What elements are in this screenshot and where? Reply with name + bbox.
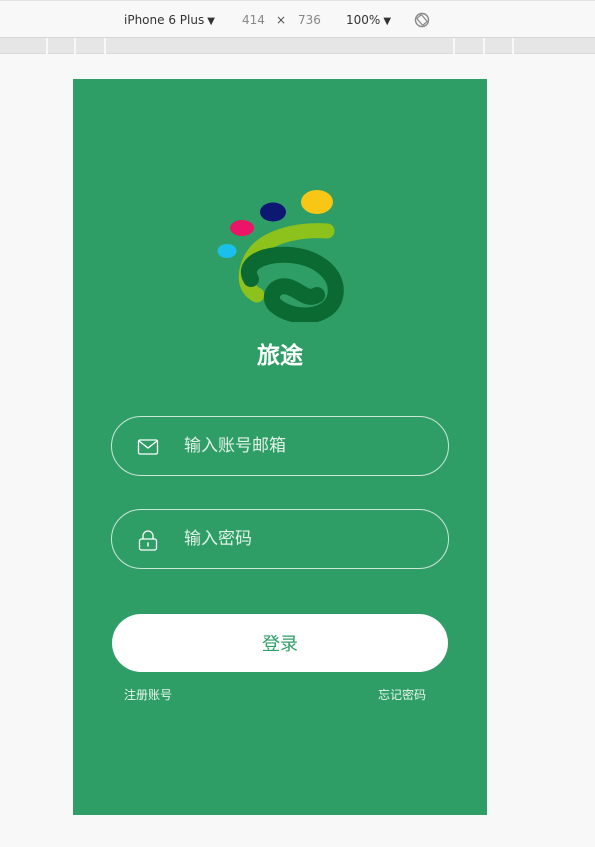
zoom-selector[interactable]: 100% ▼	[346, 13, 391, 29]
dimension-separator: ×	[276, 13, 287, 27]
envelope-icon	[137, 439, 159, 455]
email-field[interactable]	[111, 416, 449, 476]
triangle-down-icon: ▼	[383, 16, 392, 27]
forgot-password-link[interactable]: 忘记密码	[378, 687, 426, 703]
ruler-tick	[453, 38, 455, 54]
ruler-tick	[46, 38, 48, 54]
ruler-tick	[74, 38, 76, 54]
ruler-tick	[512, 38, 514, 54]
password-field[interactable]	[111, 509, 449, 569]
rotate-icon[interactable]	[414, 12, 430, 28]
app-logo	[217, 190, 344, 322]
login-screen: 旅途 登录 注册账号 忘记密码	[73, 79, 487, 815]
media-query-ruler	[0, 38, 595, 54]
triangle-down-icon: ▼	[207, 16, 215, 27]
viewport-height[interactable]: 736	[298, 13, 321, 27]
email-input[interactable]	[184, 431, 424, 461]
app-title: 旅途	[257, 343, 303, 369]
device-toolbar: iPhone 6 Plus ▼ 414 × 736 100% ▼	[0, 0, 595, 38]
viewport-width[interactable]: 414	[242, 13, 265, 27]
ruler-tick	[104, 38, 106, 54]
device-name: iPhone 6 Plus	[124, 13, 205, 27]
ruler-tick	[483, 38, 485, 54]
register-link[interactable]: 注册账号	[124, 687, 172, 703]
lock-icon	[138, 530, 158, 551]
login-button[interactable]: 登录	[112, 614, 448, 672]
device-selector[interactable]: iPhone 6 Plus ▼	[124, 13, 215, 29]
password-input[interactable]	[184, 524, 424, 554]
zoom-level: 100%	[346, 13, 381, 27]
